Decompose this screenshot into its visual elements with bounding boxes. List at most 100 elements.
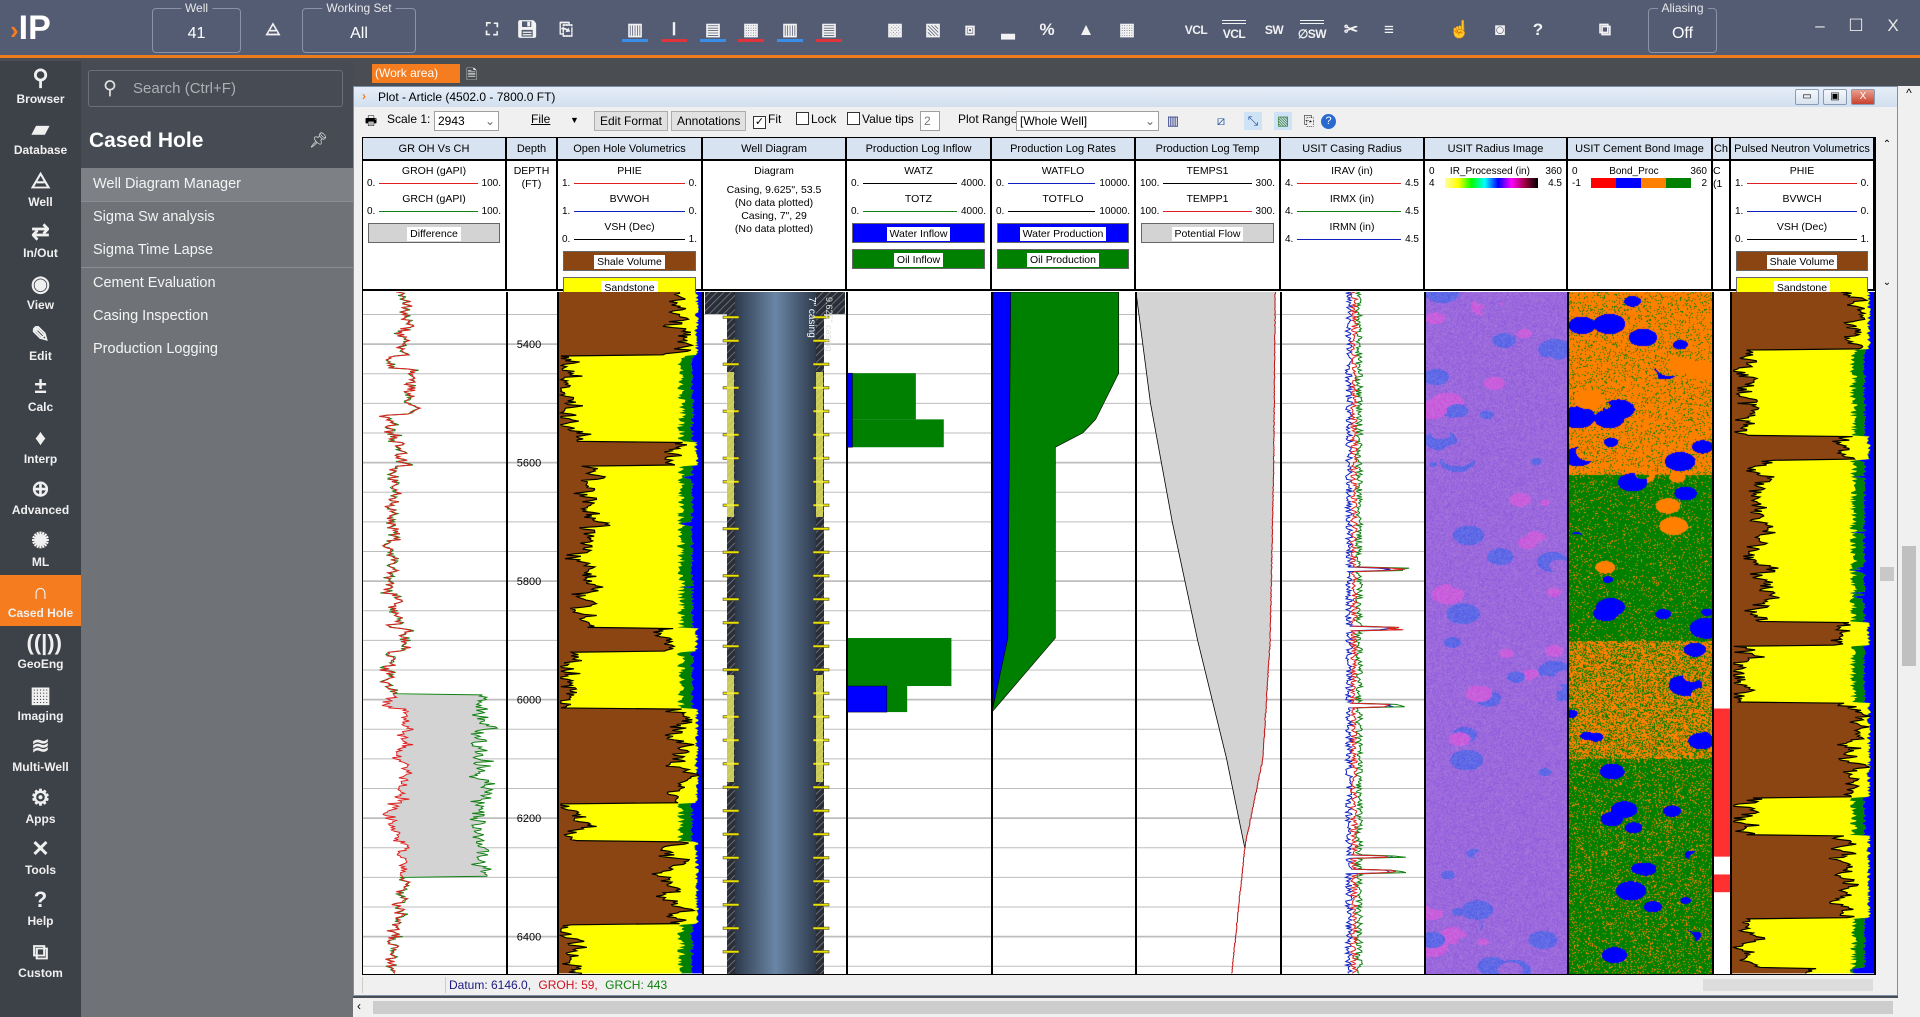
save-icon[interactable]: 💾︎: [514, 18, 540, 42]
working-set-selector[interactable]: Working Set All: [302, 1, 416, 53]
outer-vertical-scrollbar[interactable]: ^: [1898, 86, 1920, 998]
scroll-up-icon[interactable]: ⌃: [1878, 139, 1896, 150]
cutoff-multi-icon[interactable]: ≡: [1376, 18, 1402, 42]
track-grid-aaa-red-icon[interactable]: ▦: [738, 18, 764, 42]
track-header-production-log-inflow[interactable]: Production Log Inflow WATZ 0. 4000. TOTZ 0. 40…: [847, 138, 992, 291]
rail-item-tools[interactable]: ✕ Tools: [0, 832, 81, 883]
menu-item-cement-evaluation[interactable]: Cement Evaluation: [81, 267, 353, 300]
well-selector[interactable]: Well 41: [152, 1, 241, 53]
menu-item-production-logging[interactable]: Production Logging: [81, 333, 353, 366]
plot-vertical-scrollbar[interactable]: ⌃ ⌄: [1878, 137, 1896, 975]
map-pin-icon[interactable]: ⛶: [479, 18, 505, 42]
rail-item-calc[interactable]: ± Calc: [0, 369, 81, 420]
track-header-ch[interactable]: Ch C (1: [1713, 138, 1731, 291]
save-all-icon[interactable]: ⎘: [553, 18, 579, 42]
lock-checkbox[interactable]: Lock: [796, 112, 836, 126]
track-header-usit-casing-radius[interactable]: USIT Casing Radius IRAV (in) 4. 4.5 IRMX (in…: [1281, 138, 1425, 291]
outer-h-thumb[interactable]: [373, 1001, 1893, 1014]
track-header-pulsed-neutron-volumetrics[interactable]: Pulsed Neutron Volumetrics PHIE 1. 0. BVWCH 1…: [1731, 138, 1875, 297]
track-aaa-red-icon[interactable]: Ⅰ: [661, 18, 687, 42]
value-tips-count[interactable]: 2: [920, 111, 940, 131]
fit-check[interactable]: ✓: [753, 116, 766, 129]
ternary-icon[interactable]: ▲: [1073, 18, 1099, 42]
rail-item-apps[interactable]: ⚙ Apps: [0, 781, 81, 832]
print-icon[interactable]: 🖶︎: [362, 112, 380, 130]
rail-item-in-out[interactable]: ⇄ In/Out: [0, 215, 81, 266]
multi-well-icon[interactable]: ⧈: [957, 18, 983, 42]
menu-item-sigma-sw-analysis[interactable]: Sigma Sw analysis: [81, 201, 353, 234]
search-input[interactable]: ⚲ Search (Ctrl+F): [88, 70, 343, 107]
status-horizontal-scrollbar[interactable]: [1703, 979, 1873, 991]
rail-item-multi-well[interactable]: ≋ Multi-Well: [0, 729, 81, 780]
track-header-production-log-rates[interactable]: Production Log Rates WATFLO 0. 10000. TOTFLO…: [992, 138, 1136, 291]
aliasing-toggle[interactable]: Aliasing Off: [1648, 1, 1717, 53]
image-toggle-icon[interactable]: ▧: [1274, 112, 1292, 130]
vcl-multi-icon[interactable]: VCL: [1218, 18, 1250, 42]
rail-item-help[interactable]: ? Help: [0, 883, 81, 934]
scroll-down-icon[interactable]: ⌄: [1878, 277, 1896, 288]
track-table-aaa-red-icon[interactable]: ▤: [816, 18, 842, 42]
help-icon[interactable]: ?: [1525, 18, 1551, 42]
file-menu[interactable]: File: [531, 112, 550, 126]
track-header-depth[interactable]: Depth DEPTH (FT): [507, 138, 558, 291]
rail-item-advanced[interactable]: ⊕ Advanced: [0, 472, 81, 523]
menu-item-casing-inspection[interactable]: Casing Inspection: [81, 300, 353, 333]
fit-checkbox[interactable]: ✓ Fit: [753, 112, 781, 129]
track-multi-a-blue-icon[interactable]: ▥: [777, 18, 803, 42]
table-grid-icon[interactable]: ▦: [1114, 18, 1140, 42]
well-derrick-icon[interactable]: ⨺: [260, 18, 286, 42]
window-restore-button[interactable]: ▣: [1823, 89, 1847, 105]
edit-format-button[interactable]: Edit Format: [594, 111, 669, 131]
rail-item-imaging[interactable]: ▦ Imaging: [0, 678, 81, 729]
rail-item-edit[interactable]: ✎ Edit: [0, 318, 81, 369]
screenshot-icon[interactable]: ◙: [1487, 18, 1513, 42]
scroll-up-icon[interactable]: ^: [1898, 86, 1920, 100]
track-header-open-hole-volumetrics[interactable]: Open Hole Volumetrics PHIE 1. 0. BVWOH 1. 0. VS…: [558, 138, 703, 297]
crossplot-icon[interactable]: ▩: [882, 18, 908, 42]
plot-window-titlebar[interactable]: › Plot - Article (4502.0 - 7800.0 FT) ▭ …: [354, 87, 1897, 107]
scroll-thumb[interactable]: [1880, 567, 1894, 581]
help-icon[interactable]: ?: [1321, 114, 1336, 129]
track-header-usit-radius-image[interactable]: USIT Radius Image 0 IR_Processed (in) 360 4 4…: [1425, 138, 1568, 291]
window-minimize-button[interactable]: ▭: [1795, 89, 1819, 105]
lock-check[interactable]: [796, 112, 809, 125]
histogram-lines-icon[interactable]: ▧: [920, 18, 946, 42]
workflow-icon[interactable]: ⧉: [1592, 18, 1618, 42]
pin-icon[interactable]: 📌︎: [309, 131, 328, 149]
track-header-gr-oh-vs-ch[interactable]: GR OH Vs CH GROH (gAPI) 0. 100. GRCH (gAPI) 0…: [363, 138, 507, 291]
track-layout-icon[interactable]: ▥: [1164, 112, 1182, 130]
annotations-button[interactable]: Annotations: [671, 111, 747, 131]
track-header-production-log-temp[interactable]: Production Log Temp TEMPS1 100. 300. TEMPP1 1…: [1136, 138, 1281, 291]
sw-icon[interactable]: SW: [1258, 18, 1290, 42]
menu-item-well-diagram-manager[interactable]: Well Diagram Manager: [81, 168, 353, 201]
outer-scroll-thumb[interactable]: [1902, 546, 1916, 666]
vcl-icon[interactable]: VCL: [1180, 18, 1212, 42]
phi-sw-multi-icon[interactable]: ∅SW: [1296, 18, 1328, 42]
edit-track-icon[interactable]: ⧄: [1212, 112, 1230, 130]
value-tips-checkbox[interactable]: Value tips: [847, 112, 914, 126]
plot-range-select[interactable]: [Whole Well] ⌄: [1016, 111, 1159, 131]
histogram-icon[interactable]: ▂: [995, 18, 1021, 42]
rail-item-ml[interactable]: ✺ ML: [0, 524, 81, 575]
crossplot-toggle-icon[interactable]: ⤡: [1244, 112, 1262, 130]
percent-crossplot-icon[interactable]: %: [1034, 18, 1060, 42]
track-header-well-diagram[interactable]: Well Diagram Diagram Casing, 9.625", 53.5(…: [703, 138, 847, 291]
rail-item-cased-hole[interactable]: ∩ Cased Hole: [0, 575, 81, 626]
log-data-area[interactable]: 5400 5600 5800 6000 6200 6400 7" casing 9.625" …: [363, 292, 1875, 974]
rail-item-geoeng[interactable]: ((|)) GeoEng: [0, 626, 81, 677]
rail-item-browser[interactable]: ⚲ Browser: [0, 61, 81, 112]
cutoff-icon[interactable]: ✂: [1338, 18, 1364, 42]
rail-item-view[interactable]: ◉ View: [0, 267, 81, 318]
menu-item-sigma-time-lapse[interactable]: Sigma Time Lapse: [81, 234, 353, 267]
track-header-usit-cement-bond-image[interactable]: USIT Cement Bond Image 0 Bond_Proc 360 -1 2: [1568, 138, 1713, 291]
rail-item-well[interactable]: ⨺ Well: [0, 164, 81, 215]
rail-item-interp[interactable]: ♦ Interp: [0, 421, 81, 472]
window-close-button[interactable]: X: [1851, 89, 1875, 105]
track-image-a-blue-icon[interactable]: ▤: [700, 18, 726, 42]
scale-select[interactable]: 2943 ⌄: [434, 111, 499, 131]
value-tips-check[interactable]: [847, 112, 860, 125]
export-icon[interactable]: ⎘: [1300, 112, 1318, 130]
rail-item-custom[interactable]: ⧉ Custom: [0, 935, 81, 986]
close-button[interactable]: X: [1881, 16, 1905, 36]
scroll-left-icon[interactable]: ‹: [357, 999, 361, 1013]
